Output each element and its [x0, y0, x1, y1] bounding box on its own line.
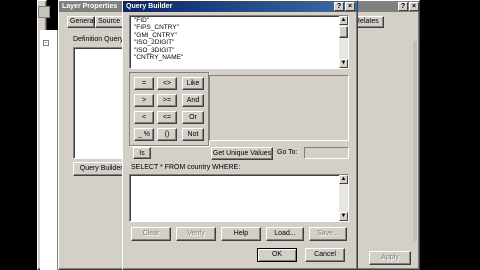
query-builder-titlebar[interactable]: Query Builder	[123, 1, 357, 12]
definition-query-label: Definition Query:	[73, 36, 126, 43]
not-button[interactable]: Not	[182, 128, 204, 141]
layer-properties-title: Layer Properties	[62, 3, 118, 10]
toolbar-icon[interactable]	[38, 6, 50, 18]
like-button[interactable]: Like	[182, 77, 204, 90]
query-builder-dialog: Query Builder ? × "FID" "FIPS_CNTRY" "GM…	[122, 0, 358, 270]
not-equals-button[interactable]: <>	[157, 77, 177, 90]
unique-values-list[interactable]	[209, 75, 349, 141]
ok-button[interactable]: OK	[257, 248, 297, 262]
query-builder-title: Query Builder	[126, 3, 173, 10]
wildcard-button[interactable]: _ %	[134, 128, 154, 141]
parentheses-button[interactable]: ()	[157, 128, 177, 141]
right-backdrop	[420, 0, 480, 270]
field-item[interactable]: "GMI_CNTRY"	[130, 32, 348, 39]
scroll-down-icon[interactable]: ▼	[339, 59, 348, 68]
less-button[interactable]: <	[134, 111, 154, 124]
operators-panel: = <> Like > >= And < <= Or _ % () Not	[129, 72, 209, 146]
field-item[interactable]: "FID"	[130, 17, 348, 24]
is-button[interactable]: Is	[133, 147, 151, 159]
close-icon[interactable]: ×	[409, 2, 419, 11]
scroll-up-icon[interactable]: ▲	[339, 16, 348, 25]
or-button[interactable]: Or	[182, 111, 204, 124]
help-icon[interactable]: ?	[398, 2, 408, 11]
sql-expression-textarea[interactable]: ▲ ▼	[129, 174, 349, 222]
equals-button[interactable]: =	[134, 77, 154, 90]
cancel-button[interactable]: Cancel	[305, 248, 345, 262]
definition-query-box[interactable]	[73, 47, 125, 159]
field-item[interactable]: "ISO_3DIGIT"	[130, 47, 348, 54]
tab-general-label: General	[70, 18, 95, 25]
select-statement-label: SELECT * FROM country WHERE:	[131, 164, 241, 171]
tab-general[interactable]: General	[67, 16, 95, 28]
clear-button[interactable]: Clear	[131, 227, 171, 241]
fields-scrollbar[interactable]: ▲ ▼	[339, 16, 348, 68]
tab-relates-label: Relates	[355, 18, 379, 25]
tab-source-label: Source	[98, 18, 121, 25]
verify-button[interactable]: Verify	[176, 227, 216, 241]
toc-panel: −	[40, 30, 58, 270]
load-button[interactable]: Load...	[266, 227, 304, 241]
field-item[interactable]: "FIPS_CNTRY"	[130, 24, 348, 31]
close-icon[interactable]: ×	[345, 2, 355, 11]
scroll-thumb[interactable]	[339, 26, 348, 38]
help-icon[interactable]: ?	[334, 2, 344, 11]
help-button[interactable]: Help	[221, 227, 261, 241]
scroll-down-icon[interactable]: ▼	[339, 212, 348, 221]
apply-button[interactable]: Apply	[369, 251, 411, 265]
save-button[interactable]: Save...	[309, 227, 347, 241]
less-equal-button[interactable]: <=	[157, 111, 177, 124]
and-button[interactable]: And	[182, 94, 204, 107]
get-unique-values-button[interactable]: Get Unique Values	[211, 147, 273, 160]
greater-equal-button[interactable]: >=	[157, 94, 177, 107]
field-item[interactable]: "ISO_2DIGIT"	[130, 39, 348, 46]
greater-button[interactable]: >	[134, 94, 154, 107]
go-to-label: Go To:	[277, 149, 298, 156]
go-to-input[interactable]	[304, 147, 349, 159]
sql-scrollbar[interactable]: ▲ ▼	[339, 175, 348, 221]
expand-icon[interactable]: −	[43, 40, 49, 46]
layer-properties-right-edge	[413, 41, 417, 241]
field-item[interactable]: "CNTRY_NAME"	[130, 54, 348, 61]
fields-list[interactable]: "FID" "FIPS_CNTRY" "GMI_CNTRY" "ISO_2DIG…	[129, 15, 349, 69]
scroll-up-icon[interactable]: ▲	[339, 175, 348, 184]
tab-source[interactable]: Source	[95, 16, 125, 28]
